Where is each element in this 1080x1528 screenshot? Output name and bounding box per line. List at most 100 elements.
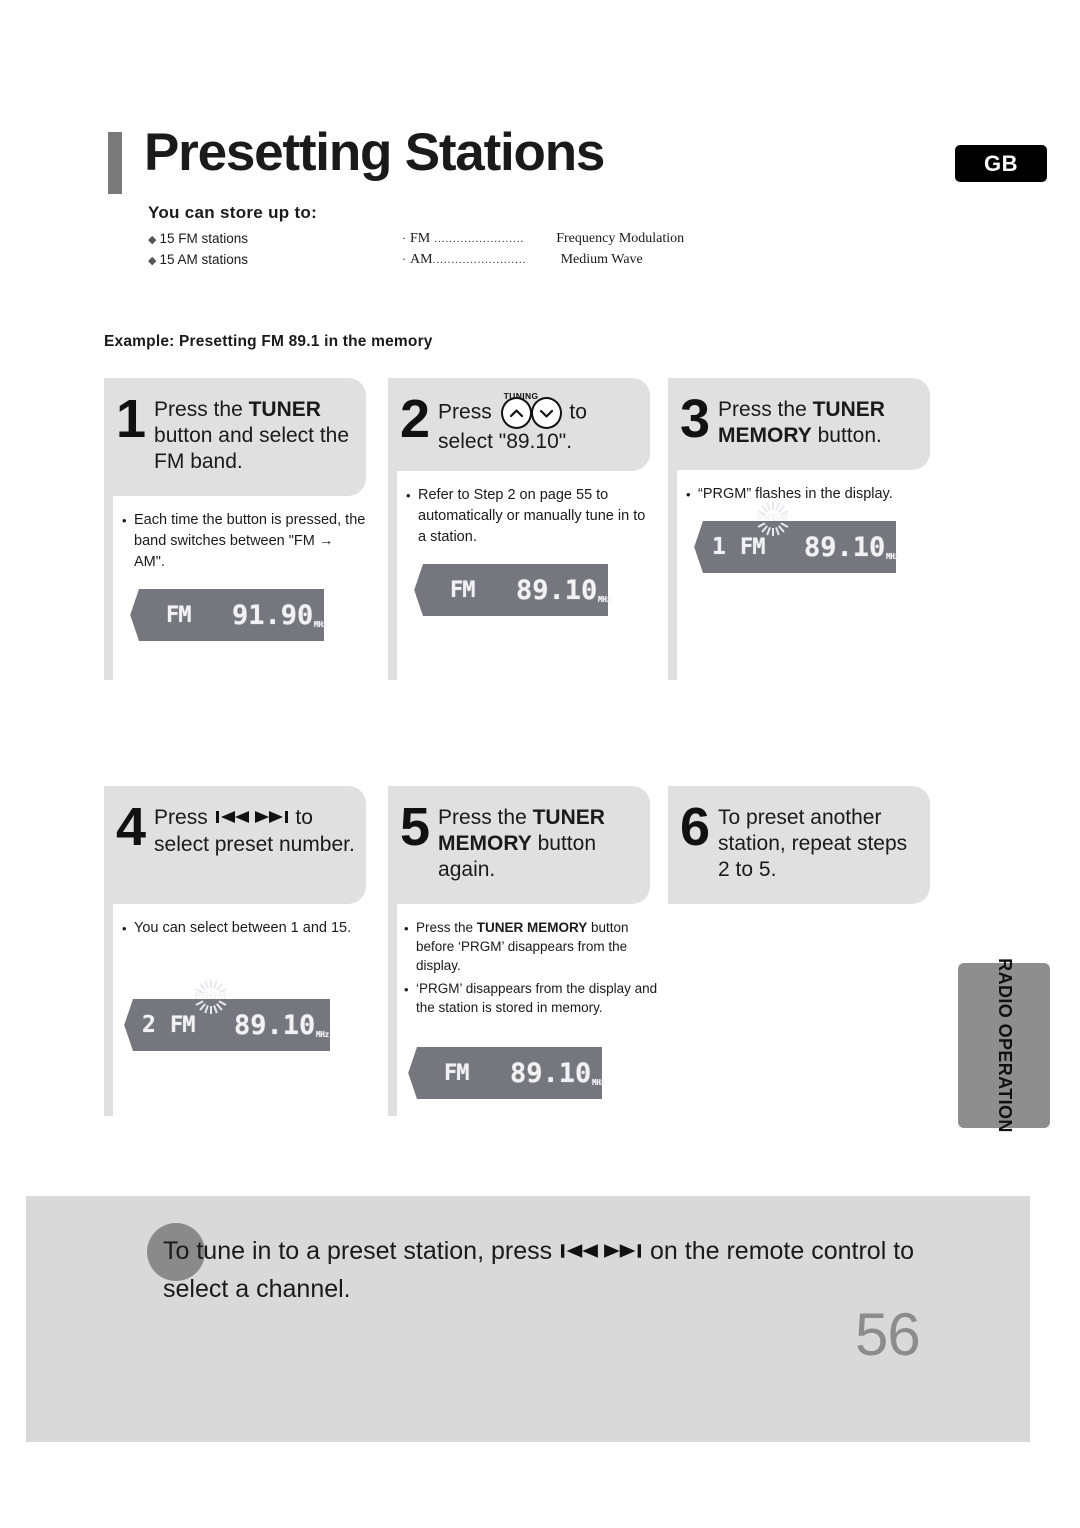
step-2: 2 Press TUNING to select "89.10". • Refe… (388, 378, 650, 616)
step-1-notes: • Each time the button is pressed, the b… (122, 510, 366, 573)
lcd-unit: MHz (316, 1030, 329, 1039)
lcd-band: FM (170, 1012, 195, 1038)
lcd-display-step1: FM 91.90 MHz (124, 589, 327, 641)
lcd-frequency: 89.10 (804, 531, 886, 563)
band-legend: · FM ........................ Frequency … (402, 228, 684, 270)
section-tab-label: RADIO OPERATION (994, 958, 1015, 1133)
lcd-preset-number: 1 (712, 534, 727, 560)
instruction-pre: Press (154, 806, 214, 829)
step-3: 3 Press the TUNER MEMORY button. • “PRGM… (668, 378, 930, 573)
skip-backward-icon[interactable] (215, 806, 250, 832)
note-item: • ‘PRGM’ disappears from the display and… (404, 979, 666, 1017)
store-capacity-list: ◆ 15 FM stations ◆ 15 AM stations (148, 229, 248, 271)
store-item-label: 15 AM stations (159, 252, 249, 267)
step-3-notes: • “PRGM” flashes in the display. (686, 484, 930, 505)
instruction-keyword: TUNER (248, 398, 321, 421)
bullet-icon: • (406, 488, 411, 503)
step-2-header: 2 Press TUNING to select "89.10". (388, 378, 650, 471)
note-item: • “PRGM” flashes in the display. (686, 484, 930, 505)
bottom-note-text: To tune in to a preset station, press on… (163, 1233, 963, 1308)
tuning-buttons[interactable]: TUNING (500, 391, 562, 429)
step-number: 5 (400, 797, 431, 857)
step-instruction: Press TUNING to select "89.10". (438, 391, 640, 455)
leader-dots: ......................... (432, 254, 527, 266)
skip-forward-icon[interactable] (603, 1234, 642, 1271)
step-number: 1 (116, 389, 147, 449)
lcd-unit: MHz (598, 595, 611, 604)
skip-forward-icon[interactable] (254, 806, 288, 832)
list-item: · AM ......................... Medium Wa… (402, 249, 684, 270)
flash-ray (209, 979, 212, 988)
lcd-unit: MHz (886, 552, 899, 561)
diamond-icon: ◆ (148, 234, 157, 246)
lcd-unit: MHz (314, 620, 327, 629)
step-instruction: Press the TUNER button and select the FM… (154, 392, 356, 475)
step-4-header: 4 Press to select preset number. (104, 786, 366, 904)
step-4: 4 Press to select preset number. • You c… (104, 786, 366, 1051)
instruction-post: button. (811, 424, 882, 447)
list-item: ◆ 15 AM stations (148, 250, 248, 271)
store-item-label: 15 FM stations (159, 231, 249, 246)
note-item: • Press the TUNER MEMORY button before ‘… (404, 918, 666, 975)
step-2-notes: • Refer to Step 2 on page 55 to automati… (406, 485, 650, 548)
note-item: • Each time the button is pressed, the b… (122, 510, 366, 573)
page-number: 56 (855, 1301, 921, 1368)
flash-ray (771, 527, 774, 536)
bottom-note-pre: To tune in to a preset station, press (163, 1237, 560, 1265)
lcd-band: FM (166, 602, 191, 628)
note-keyword: TUNER MEMORY (476, 920, 588, 935)
lcd-band: FM (450, 577, 475, 603)
step-instruction: Press the TUNER MEMORY button. (718, 392, 920, 449)
tuning-label: TUNING (503, 391, 539, 401)
step-5-header: 5 Press the TUNER MEMORY button again. (388, 786, 650, 904)
lcd-frequency: 89.10 (516, 574, 598, 606)
step-number: 6 (680, 797, 711, 857)
step-6: 6 To preset another station, repeat step… (668, 786, 930, 904)
step-3-header: 3 Press the TUNER MEMORY button. (668, 378, 930, 470)
note-text: Each time the button is pressed, the ban… (134, 512, 366, 570)
instruction-pre: Press the (718, 398, 813, 421)
note-item: • You can select between 1 and 15. (122, 918, 366, 939)
flash-ray (771, 501, 774, 510)
band-desc: Frequency Modulation (556, 231, 685, 246)
instruction-pre: Press (438, 400, 498, 424)
step-1: 1 Press the TUNER button and select the … (104, 378, 366, 641)
note-text: Refer to Step 2 on page 55 to automatica… (418, 487, 646, 545)
step-6-header: 6 To preset another station, repeat step… (668, 786, 930, 904)
region-badge: GB (955, 145, 1047, 182)
step-5-notes: • Press the TUNER MEMORY button before ‘… (404, 918, 666, 1017)
flash-ray (209, 1005, 212, 1014)
step-number: 3 (680, 389, 711, 449)
step-number: 4 (116, 797, 147, 857)
leader-dots: ........................ (434, 233, 525, 245)
bullet-icon: • (404, 921, 409, 936)
instruction-pre: Press the (154, 398, 249, 421)
lcd-preset-number: 2 (142, 1012, 157, 1038)
lcd-display-step3: 1 FM PRGM 89.10 MHz (688, 501, 899, 573)
list-item: · FM ........................ Frequency … (402, 228, 684, 249)
lcd-frequency: 91.90 (232, 599, 314, 631)
band-abbr: AM (410, 252, 433, 267)
skip-backward-icon[interactable] (561, 1234, 599, 1271)
page-title: Presetting Stations (144, 123, 605, 182)
example-heading: Example: Presetting FM 89.1 in the memor… (104, 333, 433, 350)
lcd-prgm-label: PRGM (195, 991, 227, 1002)
list-item: ◆ 15 FM stations (148, 229, 248, 250)
diamond-icon: ◆ (148, 255, 157, 267)
note-pre: Press the (416, 920, 477, 935)
lcd-display-step5: FM 89.10 MHz (402, 1047, 605, 1099)
lcd-band: FM (444, 1060, 469, 1086)
step-number: 2 (400, 389, 431, 449)
lcd-prgm-label: PRGM (757, 513, 789, 524)
lcd-unit: MHz (592, 1078, 605, 1087)
lcd-display-step2: FM 89.10 MHz (408, 564, 611, 616)
note-text: You can select between 1 and 15. (134, 920, 352, 936)
note-text: “PRGM” flashes in the display. (698, 486, 893, 502)
step-instruction: To preset another station, repeat steps … (718, 806, 908, 881)
section-tab-radio-operation: RADIO OPERATION (958, 958, 1050, 1133)
store-capacity-heading: You can store up to: (148, 203, 318, 222)
band-abbr: FM (410, 231, 431, 246)
step-instruction: Press the TUNER MEMORY button again. (438, 800, 640, 883)
bullet-icon: · (402, 252, 406, 266)
lcd-frequency: 89.10 (510, 1057, 592, 1089)
